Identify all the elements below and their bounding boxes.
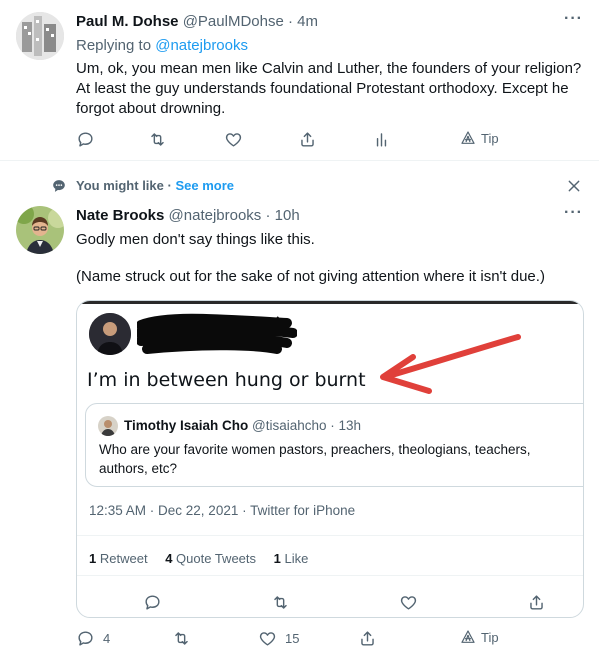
suggestion-label: You might like — [76, 178, 164, 193]
heart-icon — [259, 632, 276, 646]
retweet-button[interactable] — [148, 130, 167, 149]
embedded-quote-text: I’m in between hung or burnt — [87, 369, 366, 391]
author-name[interactable]: Paul M. Dohse — [76, 13, 179, 30]
quoted-author-name: Timothy Isaiah Cho — [124, 418, 249, 433]
replying-label: Replying to — [76, 37, 152, 54]
retweet-icon — [151, 133, 164, 146]
tip-label: Tip — [481, 130, 499, 146]
author-handle[interactable]: @natejbrooks — [169, 207, 262, 224]
retweet-button[interactable] — [172, 629, 191, 648]
author-name[interactable]: Nate Brooks — [76, 207, 164, 224]
attached-image[interactable]: I’m in between hung or burnt Timothy Isa… — [76, 300, 584, 618]
reply-count: 4 — [103, 631, 111, 646]
quoted-avatar-image — [98, 416, 118, 436]
analytics-icon — [376, 133, 387, 147]
avatar-image — [16, 12, 64, 60]
embedded-divider — [77, 575, 583, 576]
image-top-edge — [77, 301, 583, 304]
share-icon — [301, 132, 314, 147]
tip-icon — [461, 131, 475, 144]
like-button[interactable]: 15 — [258, 629, 299, 648]
embedded-stats: 1 Retweet 4 Quote Tweets 1 Like — [89, 551, 308, 566]
reply-icon — [145, 595, 160, 610]
tweet-body-line: forgot about drowning. — [76, 100, 226, 117]
embedded-timestamp: 12:35 AM · Dec 22, 2021 · Twitter for iP… — [89, 503, 356, 518]
tip-button[interactable]: Tip — [460, 130, 499, 146]
red-arrow-icon — [380, 334, 521, 394]
close-icon[interactable] — [566, 178, 582, 194]
tip-icon — [461, 630, 475, 643]
share-icon — [361, 631, 374, 646]
embedded-like-count: 1 — [273, 551, 281, 566]
redaction-scribble — [137, 313, 297, 354]
heart-icon — [225, 133, 242, 147]
tweet-body-line: Godly men don't say things like this. — [76, 231, 315, 248]
quoted-author-handle: @tisaiahcho · 13h — [252, 418, 362, 433]
tip-label: Tip — [481, 629, 499, 645]
tweet-body: Um, ok, you mean men like Calvin and Lut… — [76, 59, 591, 119]
suggestion-separator: · — [167, 178, 172, 193]
tweet-body-line: Um, ok, you mean men like Calvin and Lut… — [76, 60, 582, 77]
tweet-body-line: At least the guy understands foundationa… — [76, 80, 569, 97]
reply-button[interactable]: 4 — [76, 629, 110, 648]
share-button[interactable] — [358, 629, 377, 648]
replying-to-link[interactable]: @natejbrooks — [155, 37, 248, 54]
tip-button[interactable]: Tip — [460, 629, 499, 645]
quoted-text-line: authors, etc? — [99, 461, 178, 476]
embedded-quote-label: Quote Tweets — [176, 551, 257, 566]
embedded-avatar — [89, 313, 131, 355]
retweet-icon — [274, 596, 287, 609]
tweet-body-line: (Name struck out for the sake of not giv… — [76, 268, 545, 285]
speech-bubble-icon — [53, 180, 65, 192]
quoted-text-line: Who are your favorite women pastors, pre… — [99, 442, 531, 457]
embedded-avatar-image — [89, 313, 131, 355]
more-options-icon[interactable]: ··· — [564, 204, 583, 222]
tweet-time[interactable]: · 4m — [288, 13, 318, 30]
heart-icon — [400, 596, 417, 610]
author-handle[interactable]: @PaulMDohse — [183, 13, 284, 30]
quoted-tweet: Timothy Isaiah Cho @tisaiahcho · 13h Who… — [85, 403, 583, 487]
divider — [0, 160, 599, 161]
embedded-quote-count: 4 — [165, 551, 173, 566]
analytics-button[interactable] — [372, 130, 391, 149]
reply-icon — [78, 132, 93, 147]
embedded-retweet-label: Retweet — [99, 551, 148, 566]
embedded-divider — [77, 535, 583, 536]
share-icon — [530, 595, 543, 610]
avatar[interactable] — [16, 206, 64, 254]
avatar-image — [16, 206, 64, 254]
reply-button[interactable] — [76, 130, 95, 149]
quoted-avatar — [98, 416, 118, 436]
avatar[interactable] — [16, 12, 64, 60]
embedded-like-label: Like — [284, 551, 309, 566]
reply-icon — [78, 631, 93, 646]
embedded-retweet-count: 1 — [89, 551, 97, 566]
tweet-time[interactable]: · 10h — [265, 207, 299, 224]
share-button[interactable] — [298, 130, 317, 149]
see-more-link[interactable]: See more — [175, 178, 234, 193]
like-button[interactable] — [224, 130, 243, 149]
more-options-icon[interactable]: ··· — [564, 10, 583, 28]
like-count: 15 — [285, 631, 300, 646]
retweet-icon — [175, 632, 188, 645]
